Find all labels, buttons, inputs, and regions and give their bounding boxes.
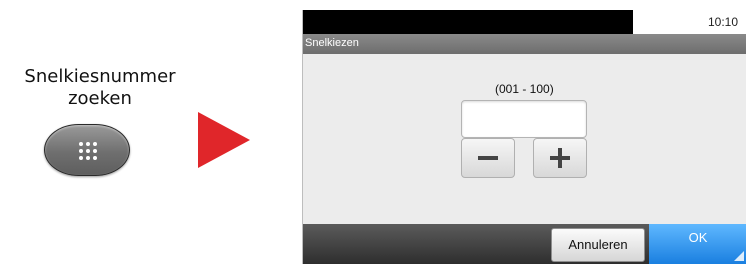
status-bar: 10:10 <box>303 10 746 34</box>
decrement-button[interactable] <box>461 138 515 178</box>
instruction-caption: Snelkiesnummer zoeken <box>20 66 180 110</box>
corner-mark-icon <box>734 251 744 261</box>
ok-button-label: OK <box>688 230 708 245</box>
plus-icon <box>550 148 570 168</box>
range-label: (001 - 100) <box>495 82 554 96</box>
title-bar: Snelkiezen <box>303 34 746 54</box>
instruction-line-1: Snelkiesnummer <box>24 66 176 87</box>
increment-button[interactable] <box>533 138 587 178</box>
number-input[interactable] <box>461 100 587 138</box>
minus-icon <box>478 156 498 160</box>
status-message-area <box>303 10 633 34</box>
arrow-right-icon <box>198 112 250 168</box>
device-screen: 10:10 Snelkiezen (001 - 100) Annuleren O… <box>302 10 746 264</box>
screen-title: Snelkiezen <box>305 37 359 49</box>
ok-button[interactable]: OK <box>649 224 746 264</box>
quick-number-search-key[interactable] <box>44 124 130 176</box>
keypad-icon <box>79 142 97 160</box>
clock: 10:10 <box>707 15 738 29</box>
cancel-button[interactable]: Annuleren <box>551 228 645 262</box>
bottom-bar: Annuleren OK <box>303 224 746 264</box>
instruction-line-2: zoeken <box>68 88 132 109</box>
